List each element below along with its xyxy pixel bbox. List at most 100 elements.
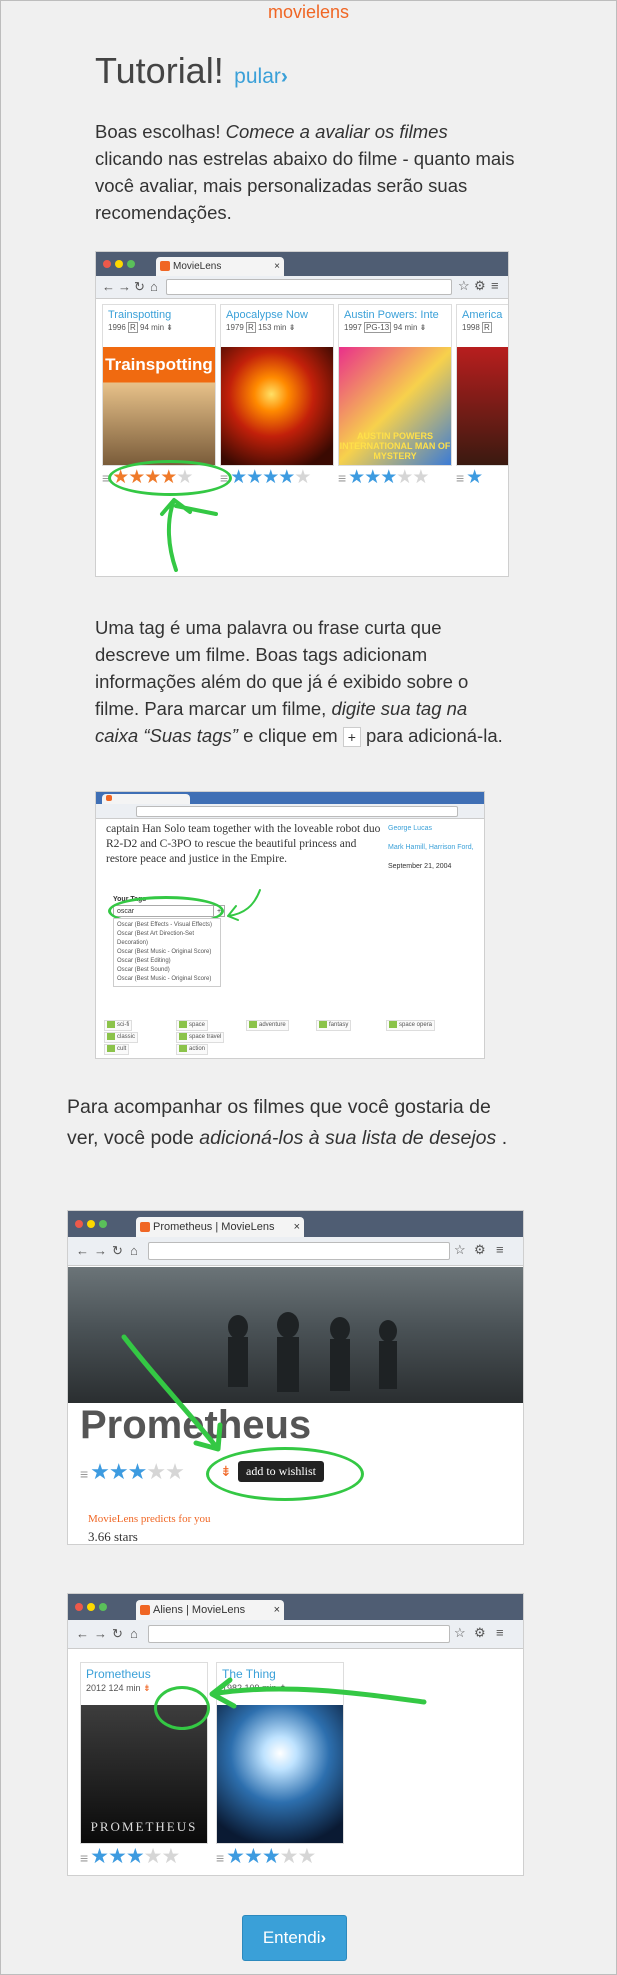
tag-chip[interactable]: classic (104, 1032, 139, 1043)
suggestion-item[interactable]: Oscar (Best Music - Original Score) (117, 975, 217, 984)
movie-poster (217, 1705, 343, 1843)
browser-titlebar: Aliens | MovieLens × (68, 1594, 523, 1620)
movie-poster (221, 347, 333, 465)
forward-icon: → (94, 1626, 107, 1641)
tag-chip[interactable]: cult (104, 1044, 130, 1055)
tag-chip[interactable]: fantasy (316, 1020, 352, 1031)
minimize-dot-icon (87, 1603, 95, 1611)
suggestion-item[interactable]: Oscar (Best Effects - Visual Effects) (117, 921, 217, 930)
movie-year: 2012 (86, 1683, 107, 1693)
close-icon: × (293, 1221, 300, 1233)
gear-icon: ⚙ (474, 278, 486, 293)
url-bar (136, 806, 458, 817)
movie-year: 1996 (108, 323, 126, 332)
wishlist-pin-icon[interactable]: ⇟ (143, 1683, 151, 1693)
arrow-annotation-icon (121, 1334, 223, 1452)
movie-runtime: 124 min (108, 1683, 141, 1693)
instr-text: clicando nas estrelas abaixo do filme - … (95, 148, 515, 223)
instr-emphasis: adicioná-los à sua lista de desejos (199, 1127, 497, 1149)
tab-label: MovieLens (173, 261, 222, 272)
tag-chip[interactable]: space (176, 1020, 209, 1031)
home-icon: ⌂ (150, 279, 158, 294)
skip-link[interactable]: pular› (234, 65, 288, 88)
ok-label: Entendi (262, 1928, 321, 1947)
tag-chip[interactable]: adventure (246, 1020, 289, 1031)
movie-rating-badge: R (128, 322, 138, 333)
tag-chip-label: sci-fi (117, 1022, 130, 1029)
highlight-circle (108, 460, 232, 496)
browser-toolbar: ← → ↻ ⌂ ☆ ⚙ ≡ (96, 276, 508, 299)
suggestion-item[interactable]: Oscar (Best Art Direction-Set Decoration… (117, 930, 217, 948)
close-dot-icon (75, 1220, 83, 1228)
close-dot-icon (103, 260, 111, 268)
prediction-label: MovieLens predicts for you (88, 1513, 211, 1525)
instr-text: e clique em (237, 725, 343, 746)
close-dot-icon (75, 1603, 83, 1611)
poster-title: Trainspotting (105, 355, 213, 374)
suggestion-item[interactable]: Oscar (Best Editing) (117, 957, 217, 966)
chevron-right-icon: › (320, 1928, 327, 1947)
minimize-dot-icon (87, 1220, 95, 1228)
movie-runtime: 94 min (393, 323, 418, 332)
movie-runtime: 153 min (258, 323, 287, 332)
movielens-logo: movielens (267, 2, 350, 22)
gear-icon: ⚙ (474, 1242, 486, 1257)
movie-card: America 1998 R (456, 304, 508, 466)
wishlist-example-screenshot: Prometheus | MovieLens × ← → ↻ ⌂ ☆ ⚙ ≡ Pr… (67, 1210, 524, 1545)
tag-chip[interactable]: action (176, 1044, 209, 1055)
rating-example-screenshot: MovieLens × ← → ↻ ⌂ ☆ ⚙ ≡ Trainspotting 1… (95, 251, 509, 577)
url-bar (148, 1242, 450, 1260)
menu-icon: ≡ (456, 470, 464, 486)
star-rating-1[interactable]: ≡ ★★★★★ (80, 1844, 180, 1869)
suggestion-item[interactable]: Oscar (Best Sound) (117, 966, 217, 975)
instr-text: . (496, 1127, 508, 1149)
browser-tab: Prometheus | MovieLens × (136, 1217, 304, 1237)
ok-button[interactable]: Entendi› (242, 1915, 347, 1961)
rating-instructions: Boas escolhas! Comece a avaliar os filme… (95, 118, 515, 226)
movie-sidebar: George Lucas Mark Hamill, Harrison Ford,… (388, 824, 480, 871)
menu-icon: ≡ (491, 278, 499, 293)
instr-emphasis: Comece a avaliar os filmes (225, 121, 448, 142)
poster-title: AUSTIN POWERS INTERNATIONAL MAN OF MYSTE… (339, 431, 451, 461)
suggestion-item[interactable]: Oscar (Best Music - Original Score) (117, 948, 217, 957)
browser-toolbar: ← → ↻ ⌂ ☆ ⚙ ≡ (68, 1237, 523, 1266)
star-rating-2[interactable]: ≡ ★★★★★ (220, 466, 311, 489)
skip-label: pular (234, 65, 281, 88)
menu-icon: ≡ (496, 1242, 504, 1257)
cast-value: Mark Hamill, Harrison Ford, (388, 844, 474, 851)
tag-chip-label: space travel (189, 1034, 222, 1041)
tag-chip-label: classic (117, 1034, 136, 1041)
browser-tab: Aliens | MovieLens × (136, 1600, 284, 1620)
back-icon: ← (76, 1243, 89, 1258)
browser-toolbar (96, 804, 484, 819)
menu-icon: ≡ (496, 1625, 504, 1640)
plus-icon: + (342, 727, 361, 748)
movie-meta: 1996 R 94 min ⇟ (108, 322, 210, 333)
tag-chip[interactable]: space opera (386, 1020, 436, 1031)
tag-chip[interactable]: sci-fi (104, 1020, 133, 1031)
movie-card: Austin Powers: Inte 1997 PG-13 94 min ⇟ … (338, 304, 452, 466)
back-icon: ← (102, 279, 115, 294)
tag-chip-label: action (189, 1046, 206, 1053)
movie-year: 1997 (344, 323, 362, 332)
release-date-value: September 21, 2004 (388, 863, 452, 870)
tag-suggestions: Oscar (Best Effects - Visual Effects) Os… (113, 918, 221, 987)
star-rating-4[interactable]: ≡ ★ (456, 466, 483, 489)
tag-chip[interactable]: space travel (176, 1032, 225, 1043)
maximize-dot-icon (127, 260, 135, 268)
tag-instructions: Uma tag é uma palavra ou frase curta que… (95, 614, 515, 749)
star-rating-3[interactable]: ≡ ★★★★★ (338, 466, 429, 489)
star-rating-2[interactable]: ≡ ★★★★★ (216, 1844, 316, 1869)
tag-chip-label: adventure (259, 1022, 286, 1029)
reload-icon: ↻ (112, 1626, 123, 1641)
movie-rating-badge: PG-13 (364, 322, 392, 333)
home-icon: ⌂ (130, 1626, 138, 1641)
prediction-value: 3.66 stars (88, 1529, 138, 1544)
browser-toolbar: ← → ↻ ⌂ ☆ ⚙ ≡ (68, 1620, 523, 1649)
movielens-favicon (106, 795, 112, 802)
close-icon: × (274, 261, 280, 272)
movie-poster (457, 347, 508, 465)
arrow-annotation-icon (209, 1677, 427, 1709)
arrow-annotation-icon (227, 889, 261, 921)
menu-icon: ≡ (338, 470, 346, 486)
